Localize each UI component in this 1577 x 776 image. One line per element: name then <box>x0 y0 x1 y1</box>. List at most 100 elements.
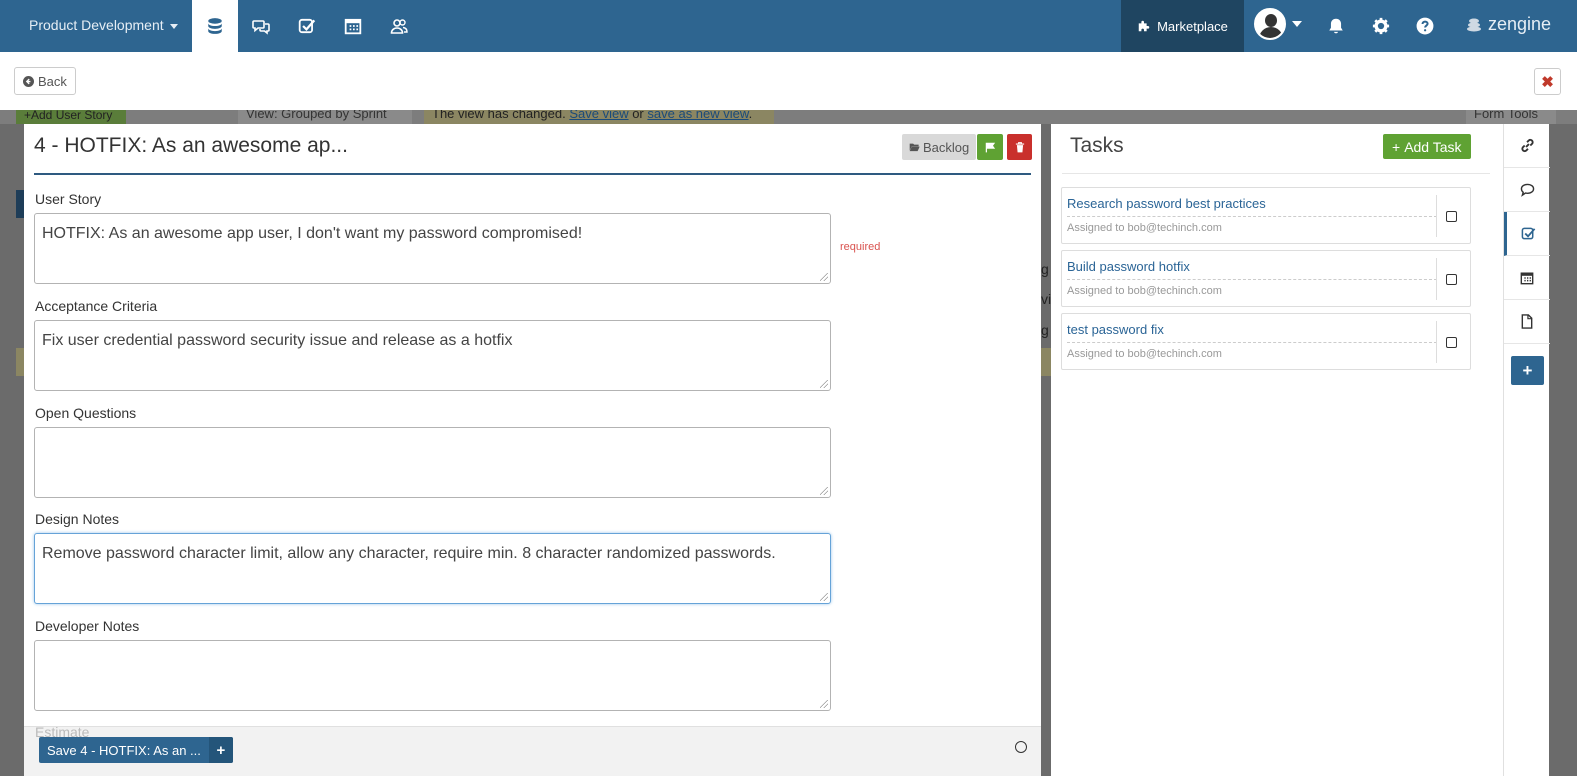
puzzle-icon <box>1138 20 1150 32</box>
open-questions-textarea[interactable] <box>34 427 831 498</box>
add-task-button[interactable]: + Add Task <box>1383 134 1471 159</box>
bg-changed-text: The view has changed. <box>432 110 566 121</box>
task-divider <box>1067 216 1437 217</box>
flag-icon <box>985 142 995 152</box>
avatar <box>1254 8 1286 40</box>
plus-icon: + <box>1392 138 1401 155</box>
task-name[interactable]: Research password best practices <box>1067 196 1266 211</box>
tasks-divider <box>1062 173 1490 174</box>
help-button[interactable] <box>1402 0 1448 52</box>
record-title: 4 - HOTFIX: As an awesome ap... <box>34 134 348 157</box>
backlog-button[interactable]: Backlog <box>902 134 977 160</box>
file-icon <box>1521 314 1533 329</box>
user-story-value: HOTFIX: As an awesome app user, I don't … <box>42 225 583 242</box>
flag-button[interactable] <box>977 134 1003 160</box>
acceptance-criteria-value: Fix user credential password security is… <box>42 332 513 349</box>
record-panel: 4 - HOTFIX: As an awesome ap... Backlog … <box>24 124 1041 776</box>
tasks-panel: Tasks + Add Task Research password best … <box>1051 124 1503 776</box>
task-checkbox[interactable] <box>1446 211 1457 222</box>
gear-icon <box>1372 17 1390 35</box>
acceptance-criteria-textarea[interactable]: Fix user credential password security is… <box>34 320 831 391</box>
bg-form-tools: Form Tools <box>1466 110 1556 124</box>
sidebar-calendar-button[interactable] <box>1504 256 1550 300</box>
task-separator <box>1436 321 1437 363</box>
user-menu[interactable] <box>1254 8 1302 40</box>
brand-name: zengine <box>1488 14 1552 34</box>
marketplace-label: Marketplace <box>1157 18 1228 34</box>
question-circle-icon <box>1416 17 1434 35</box>
plus-icon: + <box>1522 360 1533 380</box>
database-icon <box>208 18 222 34</box>
task-name[interactable]: Build password hotfix <box>1067 259 1190 274</box>
user-story-textarea[interactable]: HOTFIX: As an awesome app user, I don't … <box>34 213 831 284</box>
brand-logo: zengine <box>1466 14 1551 35</box>
sidebar-tasks-button[interactable] <box>1504 212 1550 256</box>
notifications-button[interactable] <box>1313 0 1359 52</box>
design-notes-textarea[interactable]: Remove password character limit, allow a… <box>34 533 831 604</box>
settings-button[interactable] <box>1358 0 1404 52</box>
sidebar-files-button[interactable] <box>1504 300 1550 344</box>
history-icon[interactable] <box>1015 741 1027 753</box>
back-button[interactable]: Back <box>14 67 76 95</box>
sidebar-comments-button[interactable] <box>1504 168 1550 212</box>
sidebar-links-button[interactable] <box>1504 124 1550 168</box>
background-toolbar <box>0 110 1577 124</box>
task-name[interactable]: test password fix <box>1067 322 1164 337</box>
task-item: test password fix Assigned to bob@techin… <box>1061 313 1471 370</box>
bg-row-highlight <box>16 348 24 376</box>
nav-tasks-button[interactable] <box>284 0 330 52</box>
title-divider <box>34 173 1031 175</box>
resize-grip-icon[interactable] <box>820 273 828 281</box>
folder-open-icon <box>909 143 920 152</box>
delete-button[interactable] <box>1007 134 1032 160</box>
developer-notes-textarea[interactable] <box>34 640 831 711</box>
resize-grip-icon[interactable] <box>820 380 828 388</box>
task-assignee: Assigned to bob@techinch.com <box>1067 222 1222 234</box>
design-notes-value: Remove password character limit, allow a… <box>42 545 776 562</box>
nav-calendar-button[interactable] <box>330 0 376 52</box>
task-divider <box>1067 342 1437 343</box>
users-icon <box>390 19 408 34</box>
required-indicator: required <box>840 241 881 253</box>
top-nav: Product Development Marketplace zengine <box>0 0 1577 52</box>
check-square-icon <box>1521 227 1536 240</box>
task-checkbox[interactable] <box>1446 274 1457 285</box>
bg-add-user-story-button: +Add User Story <box>16 110 126 124</box>
back-label: Back <box>38 73 67 89</box>
sidebar-add-button[interactable]: + <box>1511 356 1544 385</box>
close-icon: ✖ <box>1541 73 1554 91</box>
nav-users-button[interactable] <box>376 0 422 52</box>
right-sidebar: + <box>1503 124 1550 776</box>
marketplace-button[interactable]: Marketplace <box>1121 0 1244 52</box>
resize-grip-icon[interactable] <box>820 487 828 495</box>
arrow-circle-left-icon <box>23 75 34 87</box>
resize-grip-icon[interactable] <box>820 700 828 708</box>
save-record-button[interactable]: Save 4 - HOTFIX: As an ... + <box>39 737 233 763</box>
field-label-open-questions: Open Questions <box>35 405 137 421</box>
task-assignee: Assigned to bob@techinch.com <box>1067 285 1222 297</box>
calendar-icon <box>344 18 362 35</box>
sub-header <box>0 52 1577 110</box>
tasks-title: Tasks <box>1070 134 1124 157</box>
comment-icon <box>1520 183 1534 197</box>
calendar-icon <box>1520 271 1534 284</box>
bg-text-fragment: g <box>1041 322 1049 338</box>
bell-icon <box>1329 18 1343 34</box>
close-button[interactable]: ✖ <box>1534 68 1561 95</box>
plus-icon[interactable]: + <box>208 737 233 763</box>
nav-discussions-button[interactable] <box>238 0 284 52</box>
resize-grip-icon[interactable] <box>820 593 828 601</box>
workspace-switcher[interactable]: Product Development <box>29 17 178 33</box>
bg-or-text: or <box>632 110 644 121</box>
add-task-label: Add Task <box>1404 138 1462 155</box>
task-divider <box>1067 279 1437 280</box>
field-label-user-story: User Story <box>35 191 102 207</box>
task-checkbox[interactable] <box>1446 337 1457 348</box>
nav-data-button[interactable] <box>192 0 238 52</box>
bg-view-selector: View: Grouped by Sprint <box>238 110 412 124</box>
bg-text-fragment: vi <box>1041 291 1052 307</box>
backlog-label: Backlog <box>923 139 970 155</box>
trash-icon <box>1015 141 1024 152</box>
task-separator <box>1436 195 1437 237</box>
zengine-logo-icon <box>1467 18 1481 31</box>
